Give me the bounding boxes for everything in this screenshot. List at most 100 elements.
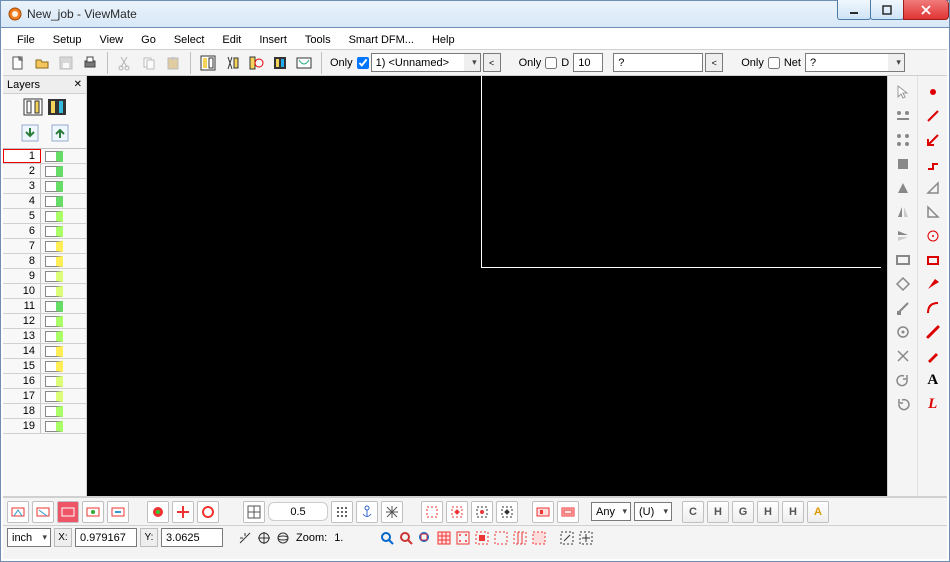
layers-close-icon[interactable]: ✕ [74,79,82,90]
grid-r3-icon[interactable] [474,530,490,546]
menu-edit[interactable]: Edit [214,32,249,48]
only-checkbox-1[interactable] [357,57,369,69]
redo-icon[interactable] [891,394,915,414]
menu-view[interactable]: View [91,32,131,48]
canvas-viewport[interactable] [87,76,887,496]
b1-icon-8[interactable] [197,501,219,523]
rect-red-icon[interactable] [921,250,945,270]
layer-row[interactable]: 14 [3,344,86,359]
any-dropdown[interactable]: Any [591,502,631,521]
arrow-dl-icon[interactable] [921,130,945,150]
layer-row[interactable]: 5 [3,209,86,224]
layer-row[interactable]: 1 [3,149,86,164]
save-icon[interactable] [55,52,77,74]
flip-v-icon[interactable] [891,226,915,246]
paste-icon[interactable] [162,52,184,74]
zoom-in-icon[interactable] [379,530,395,546]
only-checkbox-3[interactable] [768,57,780,69]
layer-down-icon[interactable] [21,124,39,142]
chip-icon-2[interactable] [557,501,579,523]
move-dots-icon[interactable] [891,106,915,126]
letter-c-button[interactable]: C [682,501,704,523]
layers-tool-1-icon[interactable] [23,98,43,116]
sel-icon-3[interactable] [471,501,493,523]
b1-icon-6[interactable] [147,501,169,523]
b1-icon-2[interactable] [32,501,54,523]
knife-icon[interactable] [891,298,915,318]
b1-icon-7[interactable] [172,501,194,523]
y-field[interactable]: 3.0625 [161,528,223,547]
menu-tools[interactable]: Tools [297,32,339,48]
chip-icon-1[interactable] [532,501,554,523]
layer-row[interactable]: 7 [3,239,86,254]
grid-r4-icon[interactable] [493,530,509,546]
letter-h2-button[interactable]: H [757,501,779,523]
dots-icon[interactable] [331,501,353,523]
tool-c-icon[interactable] [245,52,267,74]
zoom-fit-icon[interactable] [417,530,433,546]
text-italic-icon[interactable]: L [921,394,945,414]
minimize-button[interactable] [837,0,871,20]
layer-row[interactable]: 16 [3,374,86,389]
flip-h-icon[interactable] [891,202,915,222]
triangle-icon[interactable] [891,178,915,198]
sel-icon-4[interactable] [496,501,518,523]
layer-row[interactable]: 18 [3,404,86,419]
triangle-outline-icon[interactable] [921,178,945,198]
arc-icon[interactable] [921,298,945,318]
layers-tool-2-icon[interactable] [47,98,67,116]
layer-row[interactable]: 2 [3,164,86,179]
sel-icon-1[interactable] [421,501,443,523]
x-field[interactable]: 0.979167 [75,528,137,547]
globe-icon[interactable] [275,530,291,546]
menu-setup[interactable]: Setup [45,32,90,48]
tool-d-icon[interactable] [269,52,291,74]
new-icon[interactable] [7,52,29,74]
layer-row[interactable]: 9 [3,269,86,284]
square-icon[interactable] [891,154,915,174]
layer-up-icon[interactable] [51,124,69,142]
grid-value[interactable]: 0.5 [268,502,328,521]
select-arrow-icon[interactable] [891,82,915,102]
net-dropdown[interactable]: ? [805,53,905,72]
tool-a-icon[interactable] [197,52,219,74]
ruler-icon[interactable] [237,530,253,546]
sel-icon-2[interactable] [446,501,468,523]
text-a-icon[interactable]: A [921,370,945,390]
cut-icon[interactable] [114,52,136,74]
point-red-icon[interactable] [921,82,945,102]
layer-row[interactable]: 3 [3,179,86,194]
circle-target-icon[interactable] [921,226,945,246]
menu-smartdfm[interactable]: Smart DFM... [341,32,422,48]
diamond-icon[interactable] [891,274,915,294]
letter-a-button[interactable]: A [807,501,829,523]
menu-file[interactable]: File [9,32,43,48]
layer-row[interactable]: 8 [3,254,86,269]
layer-row[interactable]: 13 [3,329,86,344]
q-field-1[interactable]: ? [613,53,703,72]
b1-icon-4[interactable] [82,501,104,523]
layer-list[interactable]: 12345678910111213141516171819 [3,148,86,496]
stepline-icon[interactable] [921,154,945,174]
menu-go[interactable]: Go [133,32,164,48]
expand-icon[interactable] [381,501,403,523]
letter-g-button[interactable]: G [732,501,754,523]
layer-prev-button[interactable]: < [483,53,501,72]
gear-icon[interactable] [891,322,915,342]
layer-row[interactable]: 19 [3,419,86,434]
grid-r5-icon[interactable] [512,530,528,546]
line-red-icon[interactable] [921,106,945,126]
grid-r6-icon[interactable] [531,530,547,546]
print-icon[interactable] [79,52,101,74]
flag-icon[interactable] [921,274,945,294]
b1-icon-5[interactable] [107,501,129,523]
copy-icon[interactable] [138,52,160,74]
layer-row[interactable]: 6 [3,224,86,239]
b1-icon-3[interactable] [57,501,79,523]
target-icon[interactable] [256,530,272,546]
align-dots-icon[interactable] [891,130,915,150]
d-field[interactable]: 10 [573,53,603,72]
cross-icon[interactable] [891,346,915,366]
layer-row[interactable]: 12 [3,314,86,329]
grid-r2-icon[interactable] [455,530,471,546]
